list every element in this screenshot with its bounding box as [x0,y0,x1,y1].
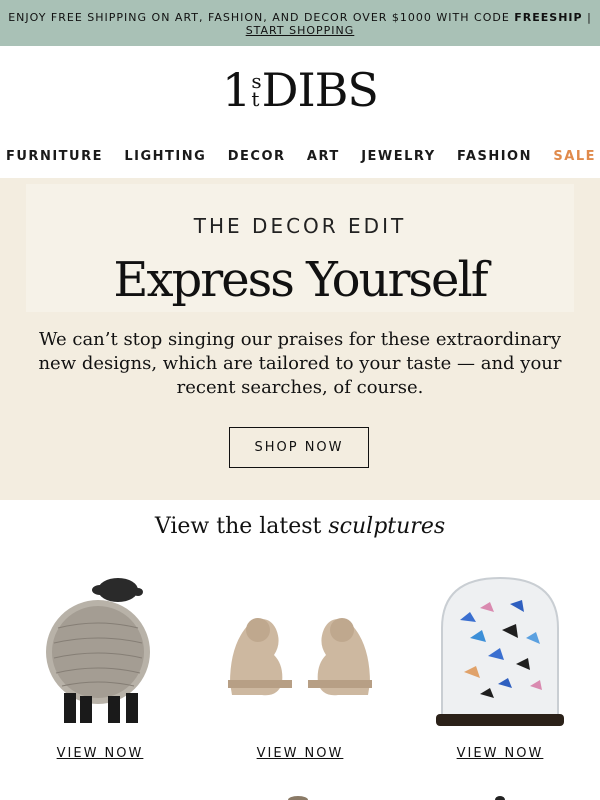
butterfly-dome-image[interactable] [430,568,570,728]
nav-item-sale[interactable]: SALE [553,149,596,164]
promo-separator: | [582,11,592,24]
nav-item-jewelry[interactable]: JEWELRY [361,149,435,164]
shop-now-button[interactable]: SHOP NOW [229,427,369,468]
latest-heading: View the latest sculptures [0,514,600,539]
nav-item-art[interactable]: ART [307,149,340,164]
hero-title-block: THE DECOR EDIT Express Yourself [26,184,574,312]
product-grid: VIEW NOW VIEW NOW VIEW NOW [0,568,600,761]
nav-item-furniture[interactable]: FURNITURE [6,149,103,164]
hero-headline: Express Yourself [113,252,488,308]
product-card: VIEW NOW [400,568,600,761]
product-card: VIEW NOW [0,568,200,761]
view-now-link[interactable]: VIEW NOW [400,746,600,761]
view-now-link[interactable]: VIEW NOW [200,746,400,761]
header: 1 st DIBS [0,46,600,134]
view-now-link[interactable]: VIEW NOW [0,746,200,761]
latest-prefix: View the latest [154,514,329,539]
nav-item-fashion[interactable]: FASHION [457,149,532,164]
1stdibs-logo[interactable]: 1 st DIBS [222,63,379,117]
hero-body: We can’t stop singing our praises for th… [38,329,562,398]
ram-pair-sculpture-image[interactable] [220,568,380,728]
nav-item-decor[interactable]: DECOR [228,149,286,164]
sheep-sculpture-image[interactable] [40,568,160,728]
start-shopping-link[interactable]: START SHOPPING [246,24,355,37]
latest-emphasis: sculptures [328,514,446,539]
hero-section: THE DECOR EDIT Express Yourself We can’t… [0,178,600,500]
logo-dibs: DIBS [261,63,379,117]
main-nav: FURNITURE LIGHTING DECOR ART JEWELRY FAS… [0,134,600,178]
promo-banner: ENJOY FREE SHIPPING ON ART, FASHION, AND… [0,0,600,46]
hero-eyebrow: THE DECOR EDIT [193,214,407,238]
promo-text: ENJOY FREE SHIPPING ON ART, FASHION, AND… [8,11,515,24]
logo-st: st [251,69,261,111]
logo-one: 1 [222,63,251,117]
promo-code: FREESHIP [514,11,583,24]
product-card: VIEW NOW [200,568,400,761]
nav-item-lighting[interactable]: LIGHTING [124,149,206,164]
next-row-preview [288,796,505,800]
